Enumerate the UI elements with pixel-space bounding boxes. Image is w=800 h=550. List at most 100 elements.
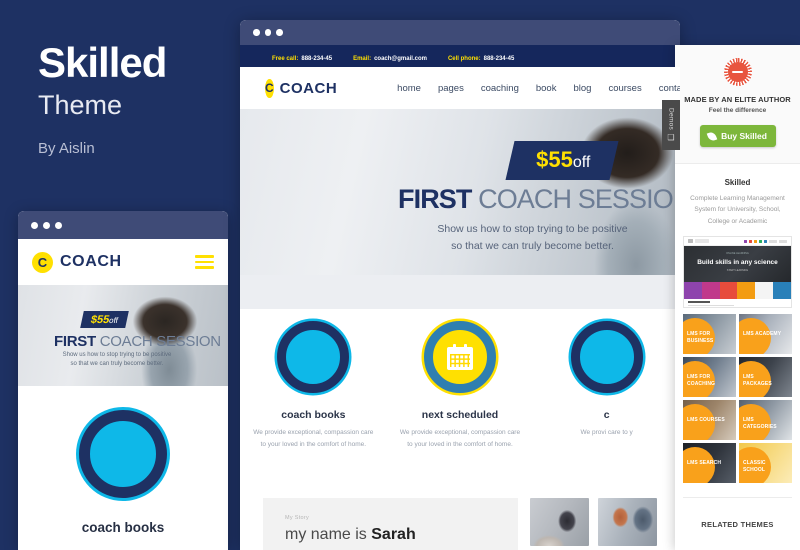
theme-title-block: Skilled Theme By Aislin: [38, 39, 238, 158]
topbar-label: Cell phone:: [447, 56, 481, 62]
hero-subtitle-line2: so that we can truly become better.: [451, 240, 614, 253]
topbar-contact-item: Free call: 888-234-45: [272, 47, 332, 65]
desktop-preview-window[interactable]: Free call: 888-234-45 Email: coach@gmail.c…: [240, 20, 680, 550]
site-logo-text: COACH: [279, 79, 338, 97]
feature-card[interactable]: coach books We provide exceptional, comp…: [240, 321, 387, 484]
blog-list: how to make decisions lif: [530, 498, 657, 550]
calendar-icon: [424, 321, 496, 393]
demo-card-label: LMS COURSES: [687, 417, 725, 424]
buy-button-label: Buy Skilled: [721, 131, 767, 141]
demo-card[interactable]: LMS FOR BUSINESS: [683, 314, 736, 355]
nav-item-blog[interactable]: blog: [573, 83, 591, 94]
hero-subtitle-line1: Show us how to stop trying to be positiv…: [437, 223, 628, 235]
hero-subtitle: Show us how to stop trying to be positiv…: [425, 221, 640, 256]
hero-title: FIRST COACH SESSION: [398, 184, 680, 215]
mobile-hero-title-bold: FIRST: [54, 333, 96, 350]
demo-card[interactable]: LMS ACADEMY: [739, 314, 792, 355]
site-topbar: Free call: 888-234-45 Email: coach@gmail.c…: [240, 45, 680, 67]
mobile-site-header: C COACH: [18, 239, 228, 285]
story-title-plain: my name is: [285, 526, 372, 543]
demo-card[interactable]: LMS COURSES: [683, 400, 736, 441]
buy-skilled-button[interactable]: Buy Skilled: [699, 125, 776, 147]
topbar-contact-item: Cell phone: 888-234-45: [448, 47, 514, 65]
demo-card[interactable]: LMS SEARCH: [683, 443, 736, 484]
window-dot-maximize-icon[interactable]: [276, 29, 283, 36]
demo-card-label: CLASSIC SCHOOL: [743, 460, 766, 473]
demo-card[interactable]: LMS CATEGORIES: [739, 400, 792, 441]
demo-card[interactable]: LMS PACKAGES: [739, 357, 792, 398]
nav-item-pages[interactable]: pages: [438, 83, 464, 94]
desktop-window-chrome: [240, 20, 680, 45]
topbar-value: coach@gmail.com: [374, 56, 427, 62]
main-demo-thumbnail[interactable]: ONLINE LEARNING Build skills in any scie…: [683, 236, 792, 309]
mobile-hero-title: FIRST COACH SESSION: [54, 333, 221, 350]
envato-leaf-icon: [706, 130, 718, 142]
page-title: Skilled: [38, 39, 167, 86]
feature-card[interactable]: c We provi care to y: [533, 321, 680, 484]
thumb-footer: [684, 299, 791, 307]
thumb-hero-title: Build skills in any science: [697, 259, 778, 267]
story-kicker: My Story: [285, 515, 310, 521]
nav-item-home[interactable]: home: [397, 83, 421, 94]
demo-card-label: LMS CATEGORIES: [743, 417, 777, 430]
calendar-glyph: [447, 344, 473, 370]
demos-tab-label: Demos: [667, 107, 675, 131]
window-dot-close-icon[interactable]: [31, 221, 38, 229]
elite-author-subtitle: Feel the difference: [708, 107, 767, 114]
monitor-icon: [277, 321, 350, 393]
mobile-hero-subtitle: Show us how to stop trying to be positiv…: [62, 352, 172, 368]
thumb-browser-bar: [684, 237, 791, 247]
monitor-icon: [570, 321, 643, 393]
mobile-hero: $55off FIRST COACH SESSION Show us how t…: [18, 285, 228, 386]
discount-badge: $55off: [505, 141, 619, 180]
mobile-feature-block: coach books: [18, 386, 228, 535]
nav-item-book[interactable]: book: [536, 83, 557, 94]
nav-item-courses[interactable]: courses: [608, 83, 641, 94]
feature-card[interactable]: next scheduled We provide exceptional, c…: [387, 321, 534, 484]
topbar-contact-item: Email: coach@gmail.com: [353, 47, 427, 65]
elite-author-block: MADE BY AN ELITE AUTHOR Feel the differe…: [675, 45, 800, 164]
window-dot-maximize-icon[interactable]: [55, 221, 62, 229]
nav-item-contact[interactable]: contact: [659, 83, 680, 94]
blog-post[interactable]: how to make decisions: [530, 498, 589, 550]
logo-badge-icon: C: [265, 78, 274, 98]
mobile-discount-badge: $55off: [80, 311, 129, 328]
feature-title: next scheduled: [421, 409, 499, 421]
logo-badge-icon: C: [32, 251, 53, 273]
demo-card-label: LMS SEARCH: [687, 460, 722, 467]
theme-sidebar-panel: MADE BY AN ELITE AUTHOR Feel the differe…: [675, 45, 800, 550]
window-dot-minimize-icon[interactable]: [43, 221, 50, 229]
monitor-glyph: [108, 442, 138, 466]
thumb-hero: ONLINE LEARNING Build skills in any scie…: [684, 246, 791, 283]
features-section: coach books We provide exceptional, comp…: [240, 309, 680, 484]
hero-title-rest: COACH SESSION: [471, 184, 680, 214]
topbar-value: 888-234-45: [301, 56, 333, 62]
main-menu: home pages coaching book blog courses co…: [397, 83, 680, 94]
blog-thumbnail: [598, 498, 657, 546]
monitor-icon: [79, 410, 167, 498]
feature-text: We provide exceptional, compassion care …: [253, 429, 374, 449]
demo-card-label: LMS ACADEMY: [743, 331, 782, 338]
mobile-feature-title: coach books: [81, 520, 165, 535]
feature-text: We provi care to y: [580, 429, 633, 436]
badge-off: off: [572, 154, 591, 171]
window-dot-minimize-icon[interactable]: [264, 29, 271, 36]
blog-post[interactable]: lif: [598, 498, 657, 550]
thumb-hero-sub: START LEARNING: [726, 269, 749, 273]
nav-item-coaching[interactable]: coaching: [481, 83, 519, 94]
story-and-blog-section: My Story my name is Sarah how to make de…: [240, 484, 680, 550]
hero-title-bold: FIRST: [398, 184, 472, 214]
feature-title: c: [603, 409, 610, 421]
thumb-category-cards: [684, 282, 791, 300]
mobile-preview-window[interactable]: C COACH $55off FIRST COACH SESSION Show …: [18, 211, 228, 550]
demo-card[interactable]: CLASSIC SCHOOL: [739, 443, 792, 484]
window-dot-close-icon[interactable]: [253, 29, 260, 36]
page-subtitle: Theme: [38, 90, 123, 120]
demo-card[interactable]: LMS FOR COACHING: [683, 357, 736, 398]
hamburger-icon[interactable]: [195, 252, 214, 272]
demos-side-tab[interactable]: Demos ❑: [662, 100, 680, 150]
demo-card-label: LMS FOR BUSINESS: [687, 331, 714, 344]
mobile-hero-title-rest: COACH SESSION: [95, 333, 221, 350]
story-title: my name is Sarah: [285, 526, 518, 544]
mobile-badge-off: off: [108, 315, 119, 325]
